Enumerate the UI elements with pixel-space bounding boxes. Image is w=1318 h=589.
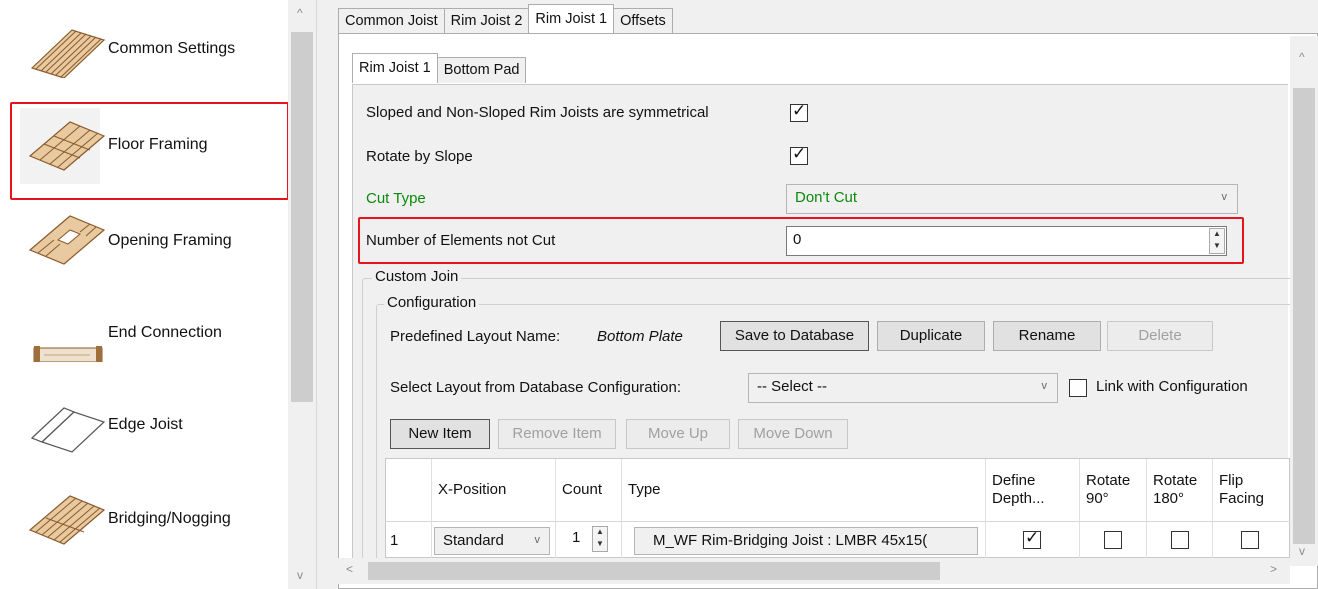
settings-sidebar: Common Settings Floor Framing Opening Fr… <box>0 0 316 589</box>
count-cell: 1 ▲ ▼ <box>556 521 622 559</box>
chevron-down-icon: v <box>534 534 541 546</box>
chevron-down-icon: v <box>1221 191 1228 203</box>
tab-rim-joist-2[interactable]: Rim Joist 2 <box>443 8 530 34</box>
sidebar-item-edge-joist[interactable]: Edge Joist <box>16 380 288 468</box>
panel-divider[interactable] <box>316 0 332 589</box>
predefined-layout-value: Bottom Plate <box>597 328 683 345</box>
scroll-up-icon[interactable]: ^ <box>1299 50 1305 64</box>
count-stepper[interactable]: ▲ ▼ <box>592 526 608 552</box>
main-horizontal-scrollbar[interactable]: < > <box>338 558 1290 584</box>
sidebar-item-label: End Connection <box>108 324 222 341</box>
spin-up-icon[interactable]: ▲ <box>593 527 607 539</box>
move-up-button[interactable]: Move Up <box>626 419 730 449</box>
bridging-nogging-icon <box>28 495 106 545</box>
flip-facing-cell <box>1213 521 1291 559</box>
configuration-title: Configuration <box>384 294 480 311</box>
tab-common-joist[interactable]: Common Joist <box>338 8 445 34</box>
remove-item-button[interactable]: Remove Item <box>498 419 616 449</box>
common-settings-icon <box>30 29 106 78</box>
end-connection-icon <box>33 346 103 362</box>
sidebar-scrollbar[interactable]: ^ v <box>288 0 316 589</box>
chevron-down-icon: v <box>1041 380 1048 392</box>
tab-offsets[interactable]: Offsets <box>613 8 673 34</box>
delete-button[interactable]: Delete <box>1107 321 1213 351</box>
x-position-dropdown[interactable]: Standard v <box>434 527 550 555</box>
edge-joist-icon <box>30 407 106 453</box>
duplicate-button[interactable]: Duplicate <box>877 321 985 351</box>
column-header-x-position[interactable]: X-Position <box>432 459 556 521</box>
rotate-180-cell <box>1147 521 1213 559</box>
symmetrical-label: Sloped and Non-Sloped Rim Joists are sym… <box>366 104 709 121</box>
column-header-rotate-90[interactable]: Rotate 90° <box>1080 459 1147 521</box>
cut-type-value: Don't Cut <box>795 189 858 206</box>
predefined-layout-label: Predefined Layout Name: <box>390 328 561 345</box>
sidebar-item-end-connection[interactable]: End Connection <box>16 288 288 376</box>
define-depth-checkbox[interactable] <box>1023 528 1041 549</box>
scroll-up-icon[interactable]: ^ <box>297 6 303 20</box>
rotate-90-checkbox[interactable] <box>1104 531 1122 549</box>
cut-type-dropdown[interactable]: Don't Cut v <box>786 184 1238 214</box>
main-vertical-scrollbar[interactable]: ^ v <box>1290 36 1318 566</box>
horizontal-scroll-thumb[interactable] <box>368 562 940 580</box>
sidebar-item-common-settings[interactable]: Common Settings <box>16 4 288 92</box>
x-position-cell: Standard v <box>432 521 556 559</box>
tab-bottom-pad[interactable]: Bottom Pad <box>436 57 527 83</box>
rename-button[interactable]: Rename <box>993 321 1101 351</box>
opening-framing-icon <box>28 215 106 265</box>
scroll-left-icon[interactable]: < <box>346 562 353 576</box>
type-value: M_WF Rim-Bridging Joist : LMBR 45x15( <box>653 532 928 549</box>
rotate-180-checkbox[interactable] <box>1171 531 1189 549</box>
symmetrical-checkbox[interactable] <box>790 101 808 122</box>
rotate-by-slope-checkbox[interactable] <box>790 144 808 165</box>
link-configuration-checkbox[interactable] <box>1069 379 1087 397</box>
main-scroll-thumb[interactable] <box>1293 88 1315 544</box>
items-table: X-Position Count Type Define Depth... Ro… <box>385 458 1291 559</box>
sidebar-item-bridging-nogging[interactable]: Bridging/Nogging <box>16 474 288 562</box>
outer-tabbar: Common Joist Rim Joist 2 Rim Joist 1 Off… <box>338 4 673 34</box>
new-item-button[interactable]: New Item <box>390 419 490 449</box>
tab-inner-rim-joist-1[interactable]: Rim Joist 1 <box>352 53 438 83</box>
scroll-down-icon[interactable]: v <box>1299 544 1305 558</box>
custom-join-title: Custom Join <box>372 268 462 285</box>
sidebar-item-label: Opening Framing <box>108 232 232 249</box>
column-header-flip-facing[interactable]: Flip Facing <box>1213 459 1291 521</box>
select-layout-value: -- Select -- <box>757 378 828 395</box>
rotate-by-slope-label: Rotate by Slope <box>366 148 473 165</box>
sidebar-item-label: Bridging/Nogging <box>108 510 231 527</box>
column-header-rotate-180[interactable]: Rotate 180° <box>1147 459 1213 521</box>
sidebar-item-label: Common Settings <box>108 40 236 57</box>
inner-tabbar: Rim Joist 1 Bottom Pad <box>352 53 527 83</box>
column-header-count[interactable]: Count <box>556 459 622 521</box>
link-configuration-label: Link with Configuration <box>1096 378 1248 395</box>
selection-highlight-box <box>10 102 289 200</box>
save-to-database-button[interactable]: Save to Database <box>720 321 869 351</box>
type-cell: M_WF Rim-Bridging Joist : LMBR 45x15( <box>622 521 986 559</box>
cut-type-label: Cut Type <box>366 190 426 207</box>
column-header-type[interactable]: Type <box>622 459 986 521</box>
spin-down-icon[interactable]: ▼ <box>593 539 607 551</box>
move-down-button[interactable]: Move Down <box>738 419 848 449</box>
x-position-value: Standard <box>443 532 504 549</box>
sidebar-scroll-thumb[interactable] <box>291 32 313 402</box>
select-layout-label: Select Layout from Database Configuratio… <box>390 379 681 396</box>
rotate-90-cell <box>1080 521 1147 559</box>
flip-facing-checkbox[interactable] <box>1241 531 1259 549</box>
count-value: 1 <box>572 529 581 546</box>
sidebar-item-label: Edge Joist <box>108 416 183 433</box>
select-layout-dropdown[interactable]: -- Select -- v <box>748 373 1058 403</box>
sidebar-item-opening-framing[interactable]: Opening Framing <box>16 196 288 284</box>
row-header-column <box>386 459 432 521</box>
elements-not-cut-highlight-box <box>358 217 1244 264</box>
row-index: 1 <box>386 521 432 559</box>
define-depth-cell <box>986 521 1080 559</box>
tab-rim-joist-1[interactable]: Rim Joist 1 <box>528 4 615 34</box>
column-header-define-depth[interactable]: Define Depth... <box>986 459 1080 521</box>
scroll-right-icon[interactable]: > <box>1270 562 1277 576</box>
scroll-down-icon[interactable]: v <box>297 568 303 582</box>
type-dropdown[interactable]: M_WF Rim-Bridging Joist : LMBR 45x15( <box>634 527 978 555</box>
